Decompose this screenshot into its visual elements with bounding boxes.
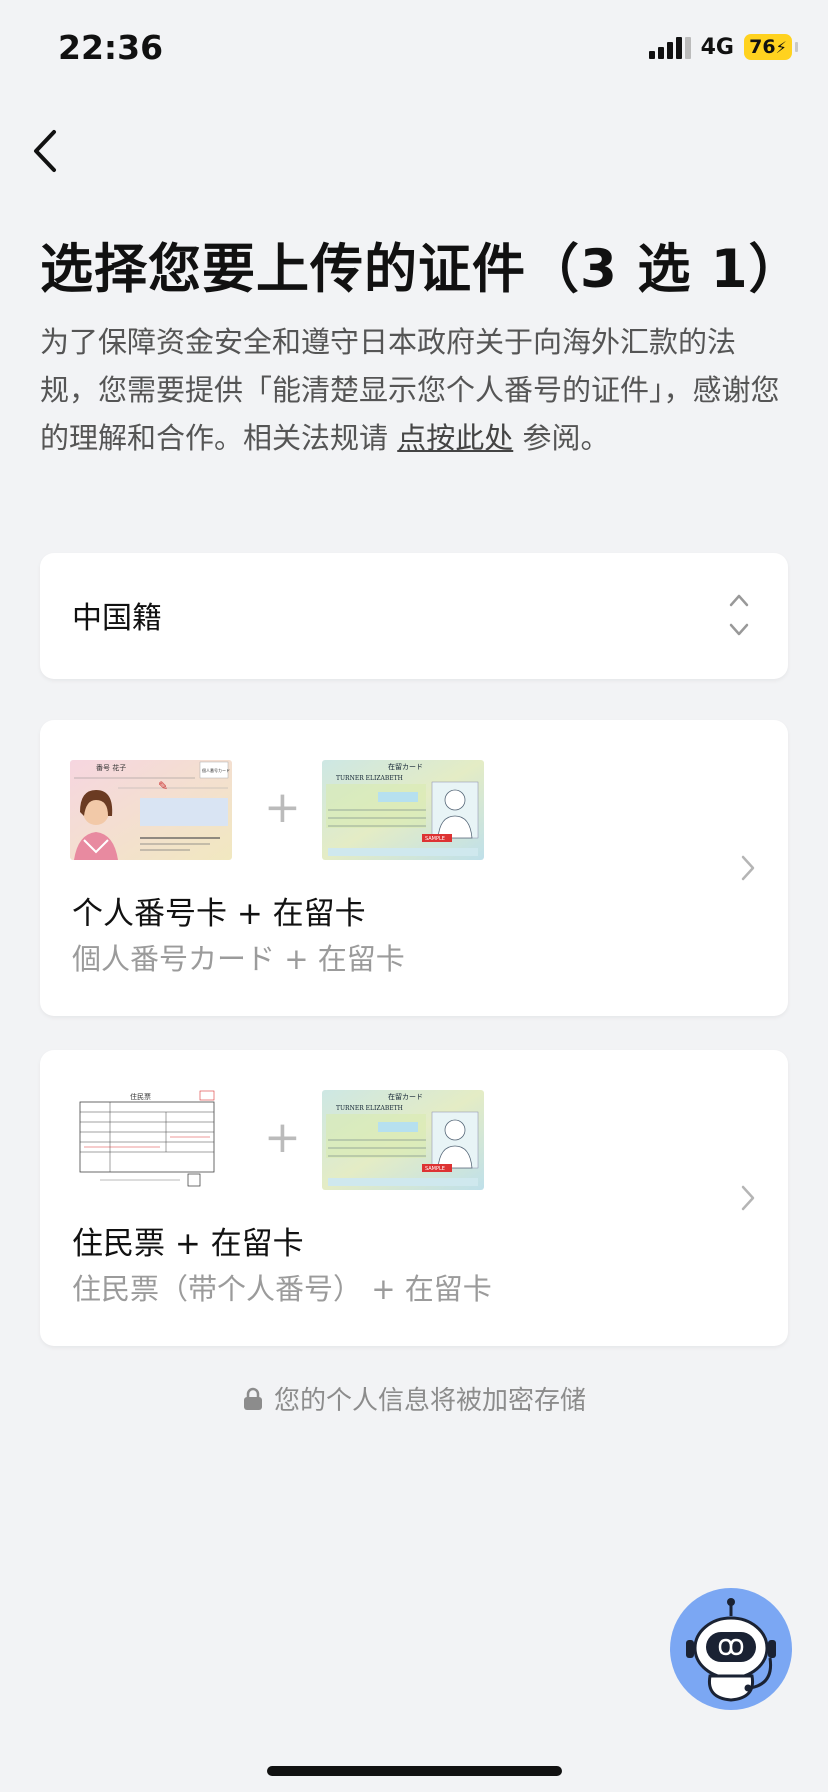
residence-card-image: 在留カード TURNER ELIZABETH SAMPLE bbox=[322, 760, 484, 860]
battery-level: 76 bbox=[749, 36, 776, 58]
chevron-right-icon bbox=[741, 855, 755, 881]
page-title: 选择您要上传的证件（3 选 1） bbox=[40, 239, 803, 300]
svg-text:✎: ✎ bbox=[158, 779, 168, 793]
chevron-left-icon bbox=[34, 130, 56, 172]
up-down-arrows-icon bbox=[729, 594, 749, 636]
network-type: 4G bbox=[700, 34, 734, 60]
battery-icon: 76 ⚡ bbox=[744, 34, 798, 60]
option-title: 个人番号卡 + 在留卡 bbox=[72, 896, 366, 932]
card-a-header: 住民票 bbox=[130, 1092, 151, 1101]
security-note: 您的个人信息将被加密存储 bbox=[0, 1380, 828, 1417]
page-description: 为了保障资金安全和遵守日本政府关于向海外汇款的法规，您需要提供「能清楚显示您个人… bbox=[40, 318, 780, 462]
option-subtitle: 個人番号カード + 在留卡 bbox=[72, 942, 405, 976]
option-mynumber-residence-card[interactable]: 番号 花子 個人番号カード ✎ + 在留カード TURNER ELIZABETH bbox=[40, 720, 788, 1016]
card-b-stamp: SAMPLE bbox=[425, 1166, 445, 1172]
mynumber-card-image: 番号 花子 個人番号カード ✎ bbox=[70, 760, 232, 860]
lock-icon bbox=[243, 1387, 262, 1410]
card-b-name: TURNER ELIZABETH bbox=[336, 775, 403, 782]
status-indicators: 4G 76 ⚡ bbox=[648, 34, 798, 60]
description-suffix: 参阅。 bbox=[513, 421, 610, 455]
card-b-stamp: SAMPLE bbox=[425, 836, 445, 842]
nationality-value: 中国籍 bbox=[72, 601, 162, 636]
card-b-name: TURNER ELIZABETH bbox=[336, 1105, 403, 1112]
home-indicator bbox=[267, 1766, 562, 1776]
plus-icon: + bbox=[264, 1112, 301, 1163]
status-time: 22:36 bbox=[58, 28, 164, 67]
option-resident-record-residence-card[interactable]: 住民票 + 在留カード TURNER ELIZABETH SAMPLE 住民票 … bbox=[40, 1050, 788, 1346]
robot-icon bbox=[686, 1598, 776, 1702]
card-b-header: 在留カード bbox=[388, 1092, 423, 1101]
card-b-header: 在留カード bbox=[388, 762, 423, 771]
signal-icon bbox=[648, 35, 691, 59]
plus-icon: + bbox=[264, 782, 301, 833]
option-title: 住民票 + 在留卡 bbox=[72, 1226, 304, 1262]
back-button[interactable] bbox=[26, 126, 66, 176]
assistant-bot-button[interactable] bbox=[670, 1588, 792, 1710]
regulation-link[interactable]: 点按此处 bbox=[397, 421, 513, 455]
card-a-badge: 個人番号カード bbox=[202, 767, 230, 773]
card-a-header: 番号 花子 bbox=[96, 763, 126, 772]
security-note-text: 您的个人信息将被加密存储 bbox=[273, 1386, 586, 1416]
residence-card-image: 在留カード TURNER ELIZABETH SAMPLE bbox=[322, 1090, 484, 1190]
nationality-select[interactable]: 中国籍 bbox=[40, 553, 788, 679]
chevron-right-icon bbox=[741, 1185, 755, 1211]
resident-record-image: 住民票 bbox=[70, 1090, 232, 1190]
option-subtitle: 住民票（带个人番号） + 在留卡 bbox=[72, 1272, 492, 1306]
